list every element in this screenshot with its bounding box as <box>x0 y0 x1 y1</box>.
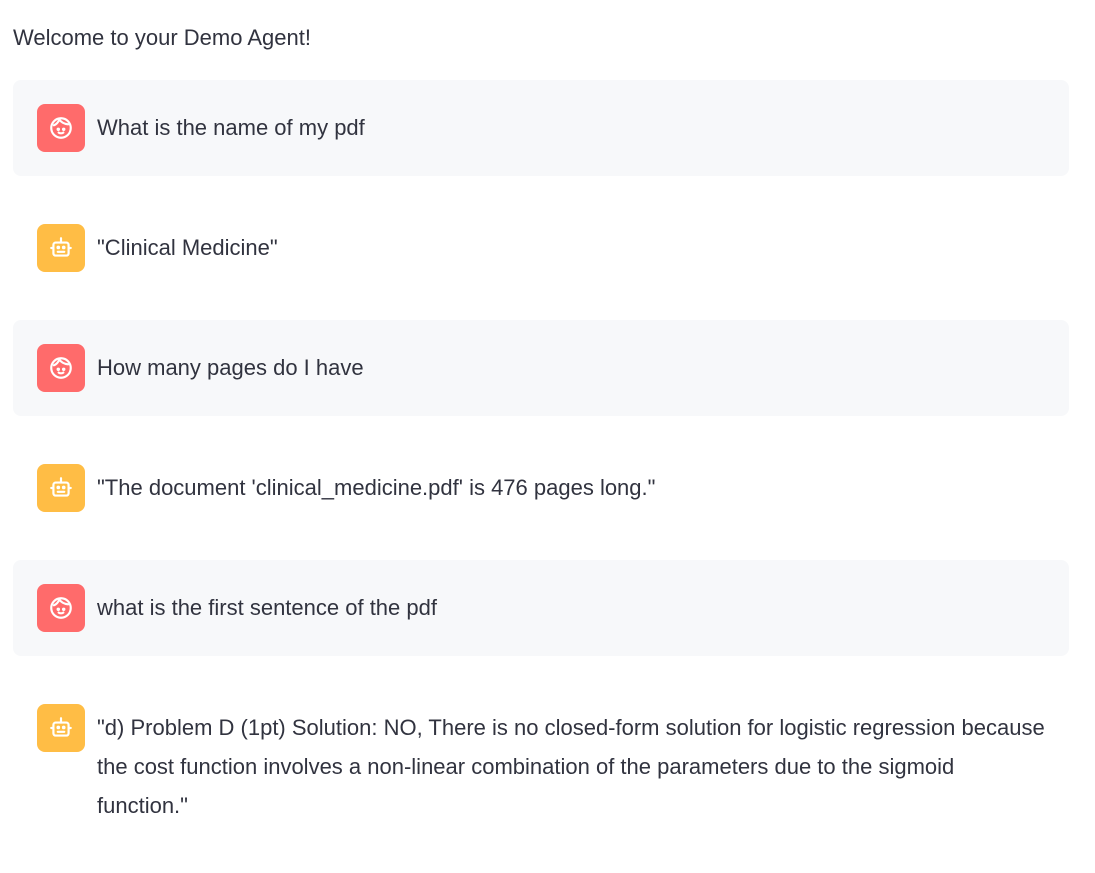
user-avatar <box>37 104 85 152</box>
chat-history: What is the name of my pdf "Clinical Med… <box>13 80 1069 873</box>
chat-message-assistant: "d) Problem D (1pt) Solution: NO, There … <box>13 680 1069 849</box>
chat-message-user: what is the first sentence of the pdf <box>13 560 1069 656</box>
assistant-avatar <box>37 224 85 272</box>
robot-icon <box>50 717 72 737</box>
message-text: What is the name of my pdf <box>97 115 365 140</box>
assistant-avatar <box>37 704 85 752</box>
robot-icon <box>50 477 72 497</box>
face-icon <box>50 597 72 619</box>
assistant-avatar <box>37 464 85 512</box>
message-text: "The document 'clinical_medicine.pdf' is… <box>97 475 656 500</box>
user-avatar <box>37 344 85 392</box>
message-text: "Clinical Medicine" <box>97 235 278 260</box>
robot-icon <box>50 237 72 257</box>
face-icon <box>50 357 72 379</box>
chat-message-user: How many pages do I have <box>13 320 1069 416</box>
chat-message-assistant: "The document 'clinical_medicine.pdf' is… <box>13 440 1069 536</box>
message-text: How many pages do I have <box>97 355 364 380</box>
chat-message-assistant: "Clinical Medicine" <box>13 200 1069 296</box>
chat-message-user: What is the name of my pdf <box>13 80 1069 176</box>
face-icon <box>50 117 72 139</box>
user-avatar <box>37 584 85 632</box>
welcome-message: Welcome to your Demo Agent! <box>13 25 311 50</box>
message-text: what is the first sentence of the pdf <box>97 595 437 620</box>
message-text: "d) Problem D (1pt) Solution: NO, There … <box>97 715 1051 818</box>
